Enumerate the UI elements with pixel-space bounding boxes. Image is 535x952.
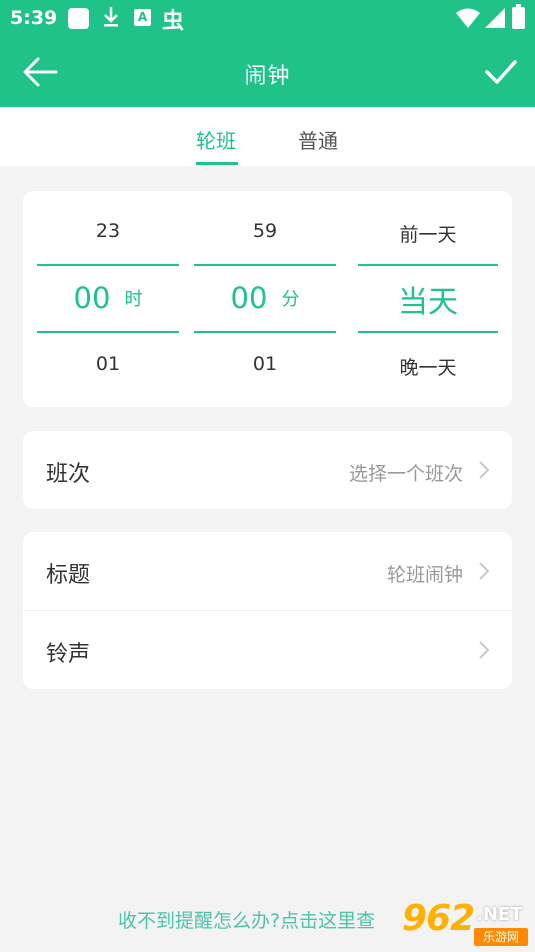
shift-row[interactable]: 班次 选择一个班次 — [23, 431, 512, 509]
day-wheel[interactable]: 前一天 当天 晚一天 — [358, 191, 498, 407]
tab-normal[interactable]: 普通 — [298, 125, 338, 154]
download-icon — [104, 7, 118, 27]
ringtone-row[interactable]: 铃声 — [23, 611, 512, 689]
minute-prev[interactable]: 59 — [194, 220, 336, 242]
battery-icon — [512, 4, 525, 29]
watermark-site: 乐游网 — [474, 928, 528, 946]
tab-active-indicator — [196, 162, 238, 165]
minute-wheel[interactable]: 59 00 分 01 — [194, 191, 336, 407]
chevron-right-icon — [479, 461, 490, 479]
chevron-right-icon — [479, 641, 490, 659]
translate-icon: A — [134, 9, 151, 26]
signal-icon — [485, 8, 505, 28]
help-link[interactable]: 收不到提醒怎么办?点击这里查 — [118, 906, 375, 933]
app-square-icon — [68, 8, 89, 29]
title-label: 标题 — [46, 563, 91, 588]
day-value: 当天 — [398, 285, 458, 320]
hour-unit: 时 — [124, 289, 143, 310]
minute-bottom-line — [194, 331, 336, 333]
shift-value: 选择一个班次 — [348, 463, 463, 485]
day-next[interactable]: 晚一天 — [358, 353, 498, 380]
alarm-options-card: 标题 轮班闹钟 铃声 — [23, 532, 512, 689]
wifi-icon — [456, 8, 480, 28]
hour-top-line — [37, 264, 179, 266]
hour-next[interactable]: 01 — [37, 353, 179, 375]
hour-selected[interactable]: 00 时 — [37, 281, 179, 315]
day-bottom-line — [358, 331, 498, 333]
page-title: 闹钟 — [244, 64, 291, 89]
time-picker-card: 23 00 时 01 59 00 分 01 前一天 当天 晚一天 — [23, 191, 512, 407]
status-bar: 5:39 A 虫 — [0, 0, 535, 36]
minute-next[interactable]: 01 — [194, 353, 336, 375]
hour-wheel[interactable]: 23 00 时 01 — [37, 191, 179, 407]
title-value: 轮班闹钟 — [386, 564, 463, 586]
site-watermark: 962 .NET 乐游网 — [400, 898, 530, 948]
ringtone-label: 铃声 — [46, 642, 91, 667]
watermark-number: 962 — [402, 898, 475, 939]
minute-value: 00 — [230, 281, 268, 315]
minute-top-line — [194, 264, 336, 266]
hour-value: 00 — [73, 281, 111, 315]
minute-selected[interactable]: 00 分 — [194, 281, 336, 315]
app-header: 5:39 A 虫 闹钟 — [0, 0, 535, 107]
tab-bar: 轮班 普通 — [0, 107, 535, 166]
hour-bottom-line — [37, 331, 179, 333]
hour-prev[interactable]: 23 — [37, 220, 179, 242]
day-prev[interactable]: 前一天 — [358, 220, 498, 247]
day-selected[interactable]: 当天 — [358, 277, 498, 321]
check-icon[interactable] — [484, 56, 518, 88]
status-time: 5:39 — [10, 7, 58, 29]
chevron-right-icon — [479, 562, 490, 580]
watermark-suffix: .NET — [476, 904, 523, 925]
title-row[interactable]: 标题 轮班闹钟 — [23, 532, 512, 610]
day-top-line — [358, 264, 498, 266]
shift-card: 班次 选择一个班次 — [23, 431, 512, 509]
minute-unit: 分 — [281, 289, 300, 310]
tab-shift[interactable]: 轮班 — [196, 125, 236, 154]
shift-label: 班次 — [46, 462, 91, 487]
bug-icon: 虫 — [162, 9, 185, 34]
